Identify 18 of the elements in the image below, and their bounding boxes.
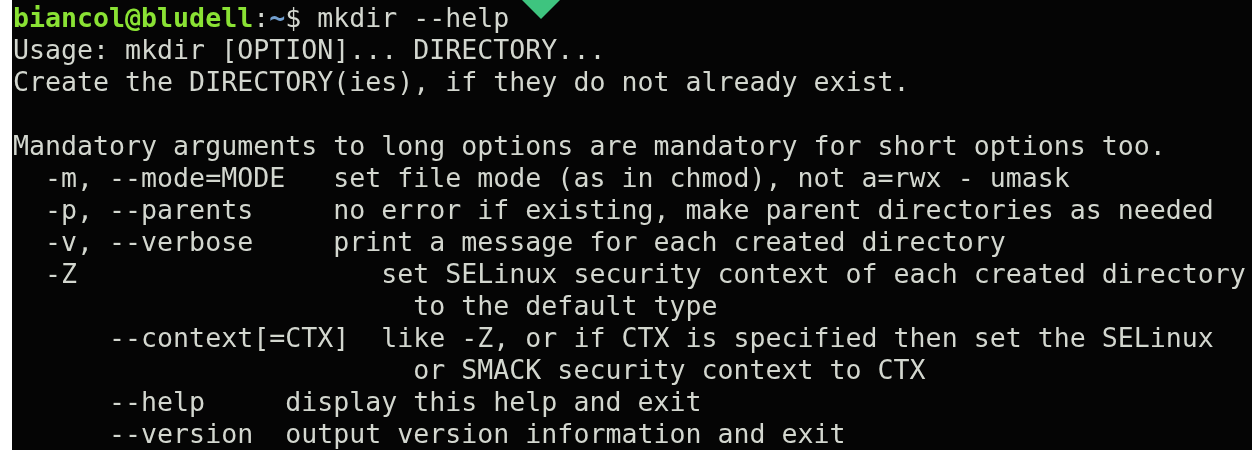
prompt-separator: : [253,2,270,33]
output-line: -Z set SELinux security context of each created directory [44,258,1246,290]
output-line: --help display this help and exit [108,386,702,418]
output-line: or SMACK security context to CTX [412,354,926,386]
output-line: --context[=CTX] like -Z, or if CTX is specified then set the SELinux [108,322,1214,354]
output-line: -v, --verbose print a message for each created directory [44,226,1006,258]
output-line: Usage: mkdir [OPTION]... DIRECTORY... [13,34,606,66]
output-line: to the default type [412,290,718,322]
prompt-symbol: $ [285,2,302,33]
output-line: --version output version information and exit [108,418,846,450]
output-line: Create the DIRECTORY(ies), if they do not already exist. [13,66,910,98]
output-line: -p, --parents no error if existing, make parent directories as needed [44,194,1214,226]
prompt-path: ~ [269,2,286,33]
triangle-icon [522,0,560,19]
command-text: mkdir --help [317,2,510,33]
output-line: -m, --mode=MODE set file mode (as in chmod), not a=rwx - umask [44,162,1070,194]
prompt-user-host: biancol@bludell [13,2,254,33]
output-line: Mandatory arguments to long options are mandatory for short options too. [13,130,1166,162]
